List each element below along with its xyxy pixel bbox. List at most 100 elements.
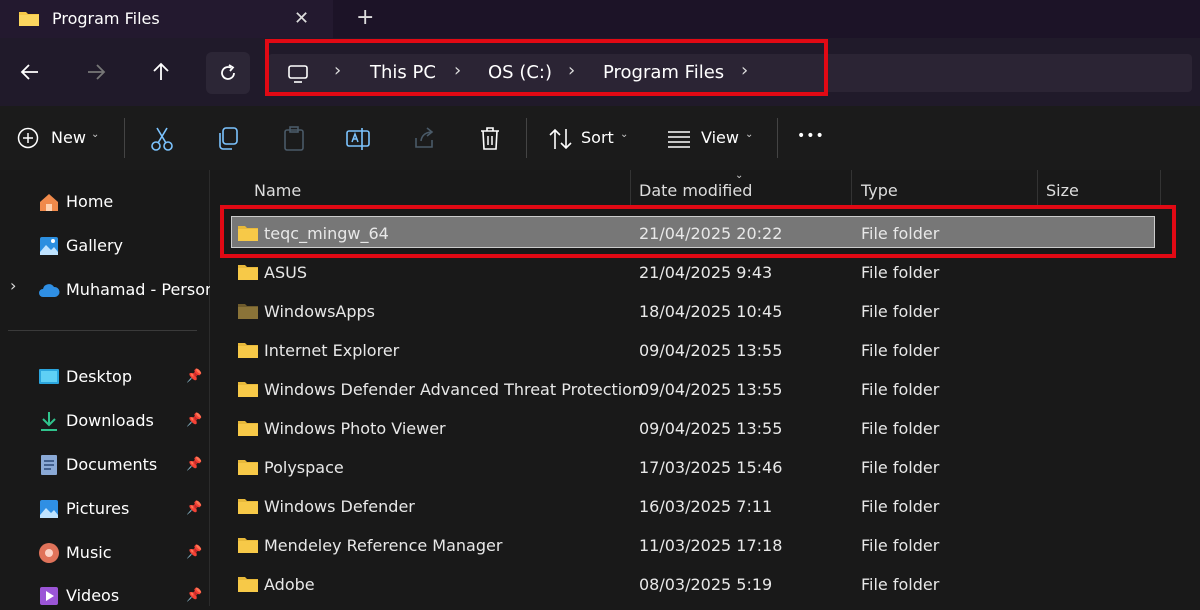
more-options-icon[interactable]: ••• — [797, 128, 825, 144]
pin-icon[interactable]: 📌 — [186, 457, 202, 472]
file-name: Adobe — [264, 575, 315, 594]
file-name: ASUS — [264, 263, 307, 282]
sort-button[interactable]: Sort ⌄ — [548, 125, 638, 153]
folder-icon — [238, 499, 258, 514]
folder-icon — [238, 304, 258, 319]
toolbar-divider — [124, 118, 125, 158]
file-name: Windows Photo Viewer — [264, 419, 446, 438]
table-row[interactable]: Windows Defender Advanced Threat Protect… — [210, 372, 1200, 408]
pin-icon[interactable]: 📌 — [186, 369, 202, 384]
file-type: File folder — [861, 458, 940, 477]
copy-icon[interactable] — [216, 125, 240, 153]
pin-icon[interactable]: 📌 — [186, 545, 202, 560]
paste-icon[interactable] — [282, 125, 306, 153]
sort-icon — [549, 128, 572, 150]
table-row[interactable]: Mendeley Reference Manager 11/03/2025 17… — [210, 528, 1200, 564]
column-divider[interactable] — [851, 170, 852, 206]
new-tab-button[interactable]: + — [356, 5, 374, 30]
video-icon — [40, 587, 58, 605]
share-icon[interactable] — [412, 125, 436, 153]
table-row[interactable]: Windows Photo Viewer 09/04/2025 13:55 Fi… — [210, 411, 1200, 447]
file-date: 18/04/2025 10:45 — [639, 302, 783, 321]
cut-icon[interactable] — [150, 125, 174, 153]
sidebar-item-documents[interactable]: Documents — [38, 453, 208, 479]
up-button[interactable] — [141, 52, 181, 92]
folder-icon — [238, 460, 258, 475]
chevron-down-icon: ⌄ — [91, 129, 100, 140]
folder-icon — [238, 421, 258, 436]
sidebar-label: Gallery — [66, 236, 123, 255]
sidebar-divider — [8, 330, 197, 331]
folder-icon — [19, 12, 39, 26]
file-name: Mendeley Reference Manager — [264, 536, 503, 555]
file-type: File folder — [861, 419, 940, 438]
file-name: Polyspace — [264, 458, 344, 477]
sidebar-item-pictures[interactable]: Pictures — [38, 497, 208, 523]
file-date: 11/03/2025 17:18 — [639, 536, 783, 555]
gallery-icon — [40, 237, 58, 255]
folder-icon — [238, 382, 258, 397]
file-date: 21/04/2025 9:43 — [639, 263, 773, 282]
column-header-type[interactable]: Type — [861, 181, 898, 200]
file-type: File folder — [861, 302, 940, 321]
refresh-button[interactable] — [206, 52, 250, 94]
cloud-icon — [39, 284, 60, 297]
table-row[interactable]: Polyspace 17/03/2025 15:46 File folder — [210, 450, 1200, 486]
pin-icon[interactable]: 📌 — [186, 588, 202, 603]
close-tab-icon[interactable]: ✕ — [294, 8, 309, 29]
sidebar-item-downloads[interactable]: Downloads — [38, 409, 208, 435]
sidebar-item-music[interactable]: Music — [38, 541, 208, 567]
view-label: View — [701, 128, 739, 147]
arrow-right-icon — [88, 64, 106, 80]
pin-icon[interactable]: 📌 — [186, 413, 202, 428]
sidebar-label: Desktop — [66, 367, 132, 386]
sidebar-label: Music — [66, 543, 112, 562]
sidebar-label: Downloads — [66, 411, 154, 430]
file-type: File folder — [861, 536, 940, 555]
selected-row-highlight-box — [220, 205, 1176, 258]
column-header-size[interactable]: Size — [1046, 181, 1079, 200]
table-row[interactable]: Windows Defender 16/03/2025 7:11 File fo… — [210, 489, 1200, 525]
pin-icon[interactable]: 📌 — [186, 501, 202, 516]
folder-icon — [238, 343, 258, 358]
file-type: File folder — [861, 263, 940, 282]
file-name: Windows Defender Advanced Threat Protect… — [264, 380, 643, 399]
table-row[interactable]: Internet Explorer 09/04/2025 13:55 File … — [210, 333, 1200, 369]
view-button[interactable]: View ⌄ — [667, 125, 761, 153]
column-header-date[interactable]: Date modified — [639, 181, 752, 200]
file-date: 08/03/2025 5:19 — [639, 575, 773, 594]
desktop-icon — [39, 369, 59, 384]
table-row[interactable]: WindowsApps 18/04/2025 10:45 File folder — [210, 294, 1200, 330]
arrow-up-icon — [153, 62, 169, 80]
file-type: File folder — [861, 341, 940, 360]
refresh-icon — [221, 64, 235, 80]
column-divider[interactable] — [1037, 170, 1038, 206]
chevron-down-icon: ⌄ — [745, 129, 754, 140]
back-button[interactable] — [10, 52, 50, 92]
column-header-name[interactable]: Name — [254, 181, 301, 200]
sidebar-item-desktop[interactable]: Desktop — [38, 365, 208, 391]
table-row[interactable]: ASUS 21/04/2025 9:43 File folder — [210, 255, 1200, 291]
forward-button[interactable] — [76, 52, 116, 92]
toolbar-divider — [526, 118, 527, 158]
chevron-down-icon: ⌄ — [620, 129, 629, 140]
file-name: Windows Defender — [264, 497, 415, 516]
list-view-icon — [668, 131, 690, 148]
column-divider[interactable] — [1160, 170, 1161, 206]
expand-chevron-icon[interactable]: › — [10, 276, 16, 295]
address-highlight-box — [265, 39, 828, 96]
tab-program-files[interactable]: Program Files ✕ — [0, 0, 333, 38]
column-divider[interactable] — [630, 170, 631, 206]
folder-icon — [238, 538, 258, 553]
table-row[interactable]: Adobe 08/03/2025 5:19 File folder — [210, 567, 1200, 603]
rename-icon[interactable] — [346, 125, 372, 153]
pictures-icon — [40, 500, 58, 518]
arrow-left-icon — [20, 64, 38, 80]
file-date: 09/04/2025 13:55 — [639, 380, 783, 399]
file-date: 17/03/2025 15:46 — [639, 458, 783, 477]
sidebar-item-videos[interactable]: Videos — [38, 584, 208, 610]
delete-icon[interactable] — [478, 125, 502, 153]
new-button[interactable]: New ⌄ — [17, 125, 107, 153]
file-date: 16/03/2025 7:11 — [639, 497, 773, 516]
command-bar: New ⌄ Sort ⌄ View ⌄ ••• — [0, 106, 1200, 170]
